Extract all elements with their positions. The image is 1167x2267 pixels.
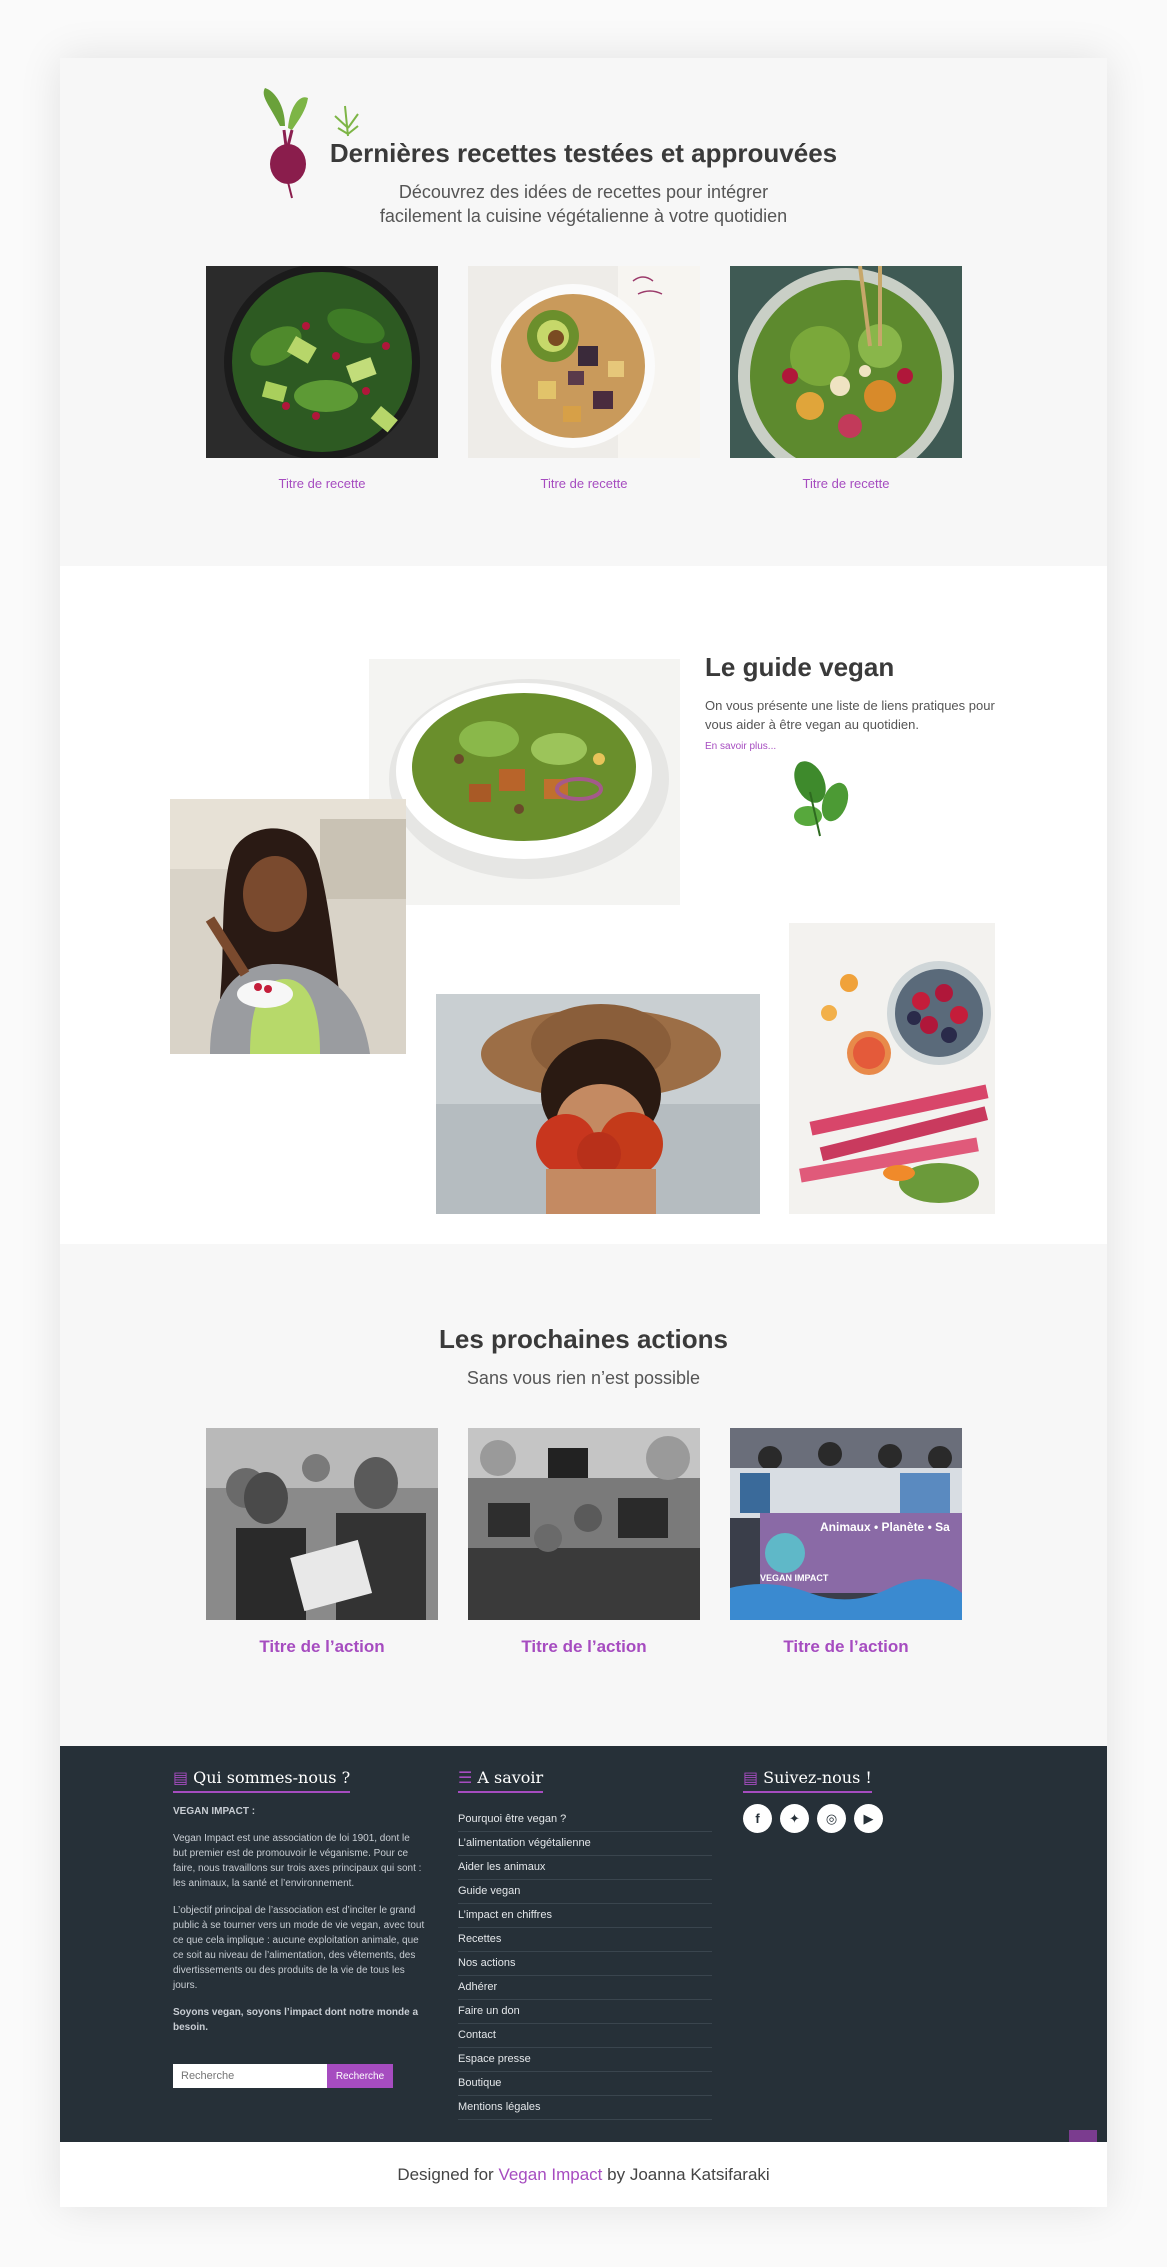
actions-subtitle: Sans vous rien n’est possible (466, 1368, 701, 1388)
recipe-title-link[interactable]: Titre de recette (730, 476, 962, 491)
about-paragraph: Vegan Impact est une association de loi … (173, 1833, 422, 1889)
about-paragraph: L’objectif principal de l’association es… (173, 1905, 425, 1991)
search-input[interactable] (173, 2064, 327, 2088)
vegan-impact-logo: VEGAN IMPACT (760, 1573, 829, 1583)
action-title-link[interactable]: Titre de l’action (206, 1637, 438, 1657)
social-links: f ✦ ◎ ▶ (743, 1804, 883, 1833)
guide-read-more-link[interactable]: En savoir plus... (705, 741, 776, 752)
actions-section: Les prochaines actions Sans vous rien n’… (60, 1244, 1107, 1746)
footer-link[interactable]: Recettes (458, 1928, 712, 1952)
banner-text: Animaux • Planète • Sa (820, 1520, 950, 1534)
social-heading: ▤ Suivez-nous ! (743, 1768, 872, 1793)
recipe-title-link[interactable]: Titre de recette (468, 476, 700, 491)
spinach-leaf-illustration (794, 761, 849, 837)
guide-section: Le guide vegan On vous présente une list… (60, 566, 1107, 1244)
about-heading: ▤ Qui sommes-nous ? (173, 1768, 351, 1793)
instagram-icon[interactable]: ◎ (817, 1804, 846, 1833)
facebook-icon[interactable]: f (743, 1804, 772, 1833)
about-text: VEGAN IMPACT : Vegan Impact est une asso… (173, 1804, 425, 2047)
credit-brand-link[interactable]: Vegan Impact (498, 2165, 602, 2184)
document-icon: ▤ (743, 1768, 759, 1787)
links-heading: ☰ A savoir (458, 1768, 544, 1793)
recipe-title-link[interactable]: Titre de recette (206, 476, 438, 491)
youtube-icon[interactable]: ▶ (854, 1804, 883, 1833)
twitter-icon[interactable]: ✦ (780, 1804, 809, 1833)
recipe-image[interactable] (468, 266, 700, 458)
footer-link[interactable]: Espace presse (458, 2048, 712, 2072)
about-org: VEGAN IMPACT : (173, 1806, 256, 1817)
footer-link[interactable]: Aider les animaux (458, 1856, 712, 1880)
recipes-section: Dernières recettes testées et approuvées… (60, 58, 1107, 566)
footer-link[interactable]: Pourquoi être vegan ? (458, 1808, 712, 1832)
search-form: Recherche (173, 2064, 393, 2088)
action-image[interactable] (206, 1428, 438, 1620)
action-title-link[interactable]: Titre de l’action (730, 1637, 962, 1657)
page: Dernières recettes testées et approuvées… (60, 58, 1107, 2207)
fruits-vegetables-photo (789, 923, 995, 1214)
credit-prefix: Designed for (397, 2165, 494, 2184)
guide-description: On vous présente une liste de liens prat… (705, 698, 995, 732)
footer-link[interactable]: L’alimentation végétalienne (458, 1832, 712, 1856)
action-image[interactable] (468, 1428, 700, 1620)
footer-link[interactable]: Mentions légales (458, 2096, 712, 2120)
recipes-title: Dernières recettes testées et approuvées (329, 138, 838, 168)
footer-link[interactable]: Faire un don (458, 2000, 712, 2024)
about-slogan: Soyons vegan, soyons l’impact dont notre… (173, 2007, 419, 2033)
footer-link[interactable]: Boutique (458, 2072, 712, 2096)
footer-link[interactable]: Nos actions (458, 1952, 712, 1976)
recipe-image[interactable] (206, 266, 438, 458)
footer-link[interactable]: Adhérer (458, 1976, 712, 2000)
footer-links: Pourquoi être vegan ? L’alimentation vég… (458, 1808, 712, 2120)
recipe-image[interactable] (730, 266, 962, 458)
tomatoes-photo (436, 994, 760, 1214)
back-to-top-button[interactable] (1069, 2130, 1097, 2142)
action-title-link[interactable]: Titre de l’action (468, 1637, 700, 1657)
credit-bar: Designed for Vegan Impact by Joanna Kats… (60, 2142, 1107, 2207)
menu-icon: ☰ (458, 1768, 473, 1787)
actions-title: Les prochaines actions (439, 1324, 728, 1354)
document-icon: ▤ (173, 1768, 189, 1787)
salad-bowl-photo (369, 659, 680, 905)
footer-link[interactable]: Guide vegan (458, 1880, 712, 1904)
recipes-subtitle: Découvrez des idées de recettes pour int… (379, 182, 788, 226)
search-button[interactable]: Recherche (327, 2064, 393, 2088)
woman-eating-photo (170, 799, 406, 1054)
guide-title: Le guide vegan (705, 652, 895, 682)
action-image[interactable]: Animaux • Planète • Sa VEGAN IMPACT (730, 1428, 962, 1620)
footer: ▤ Qui sommes-nous ? VEGAN IMPACT : Vegan … (60, 1746, 1107, 2142)
footer-link[interactable]: L’impact en chiffres (458, 1904, 712, 1928)
footer-link[interactable]: Contact (458, 2024, 712, 2048)
credit-suffix: by Joanna Katsifaraki (607, 2165, 770, 2184)
